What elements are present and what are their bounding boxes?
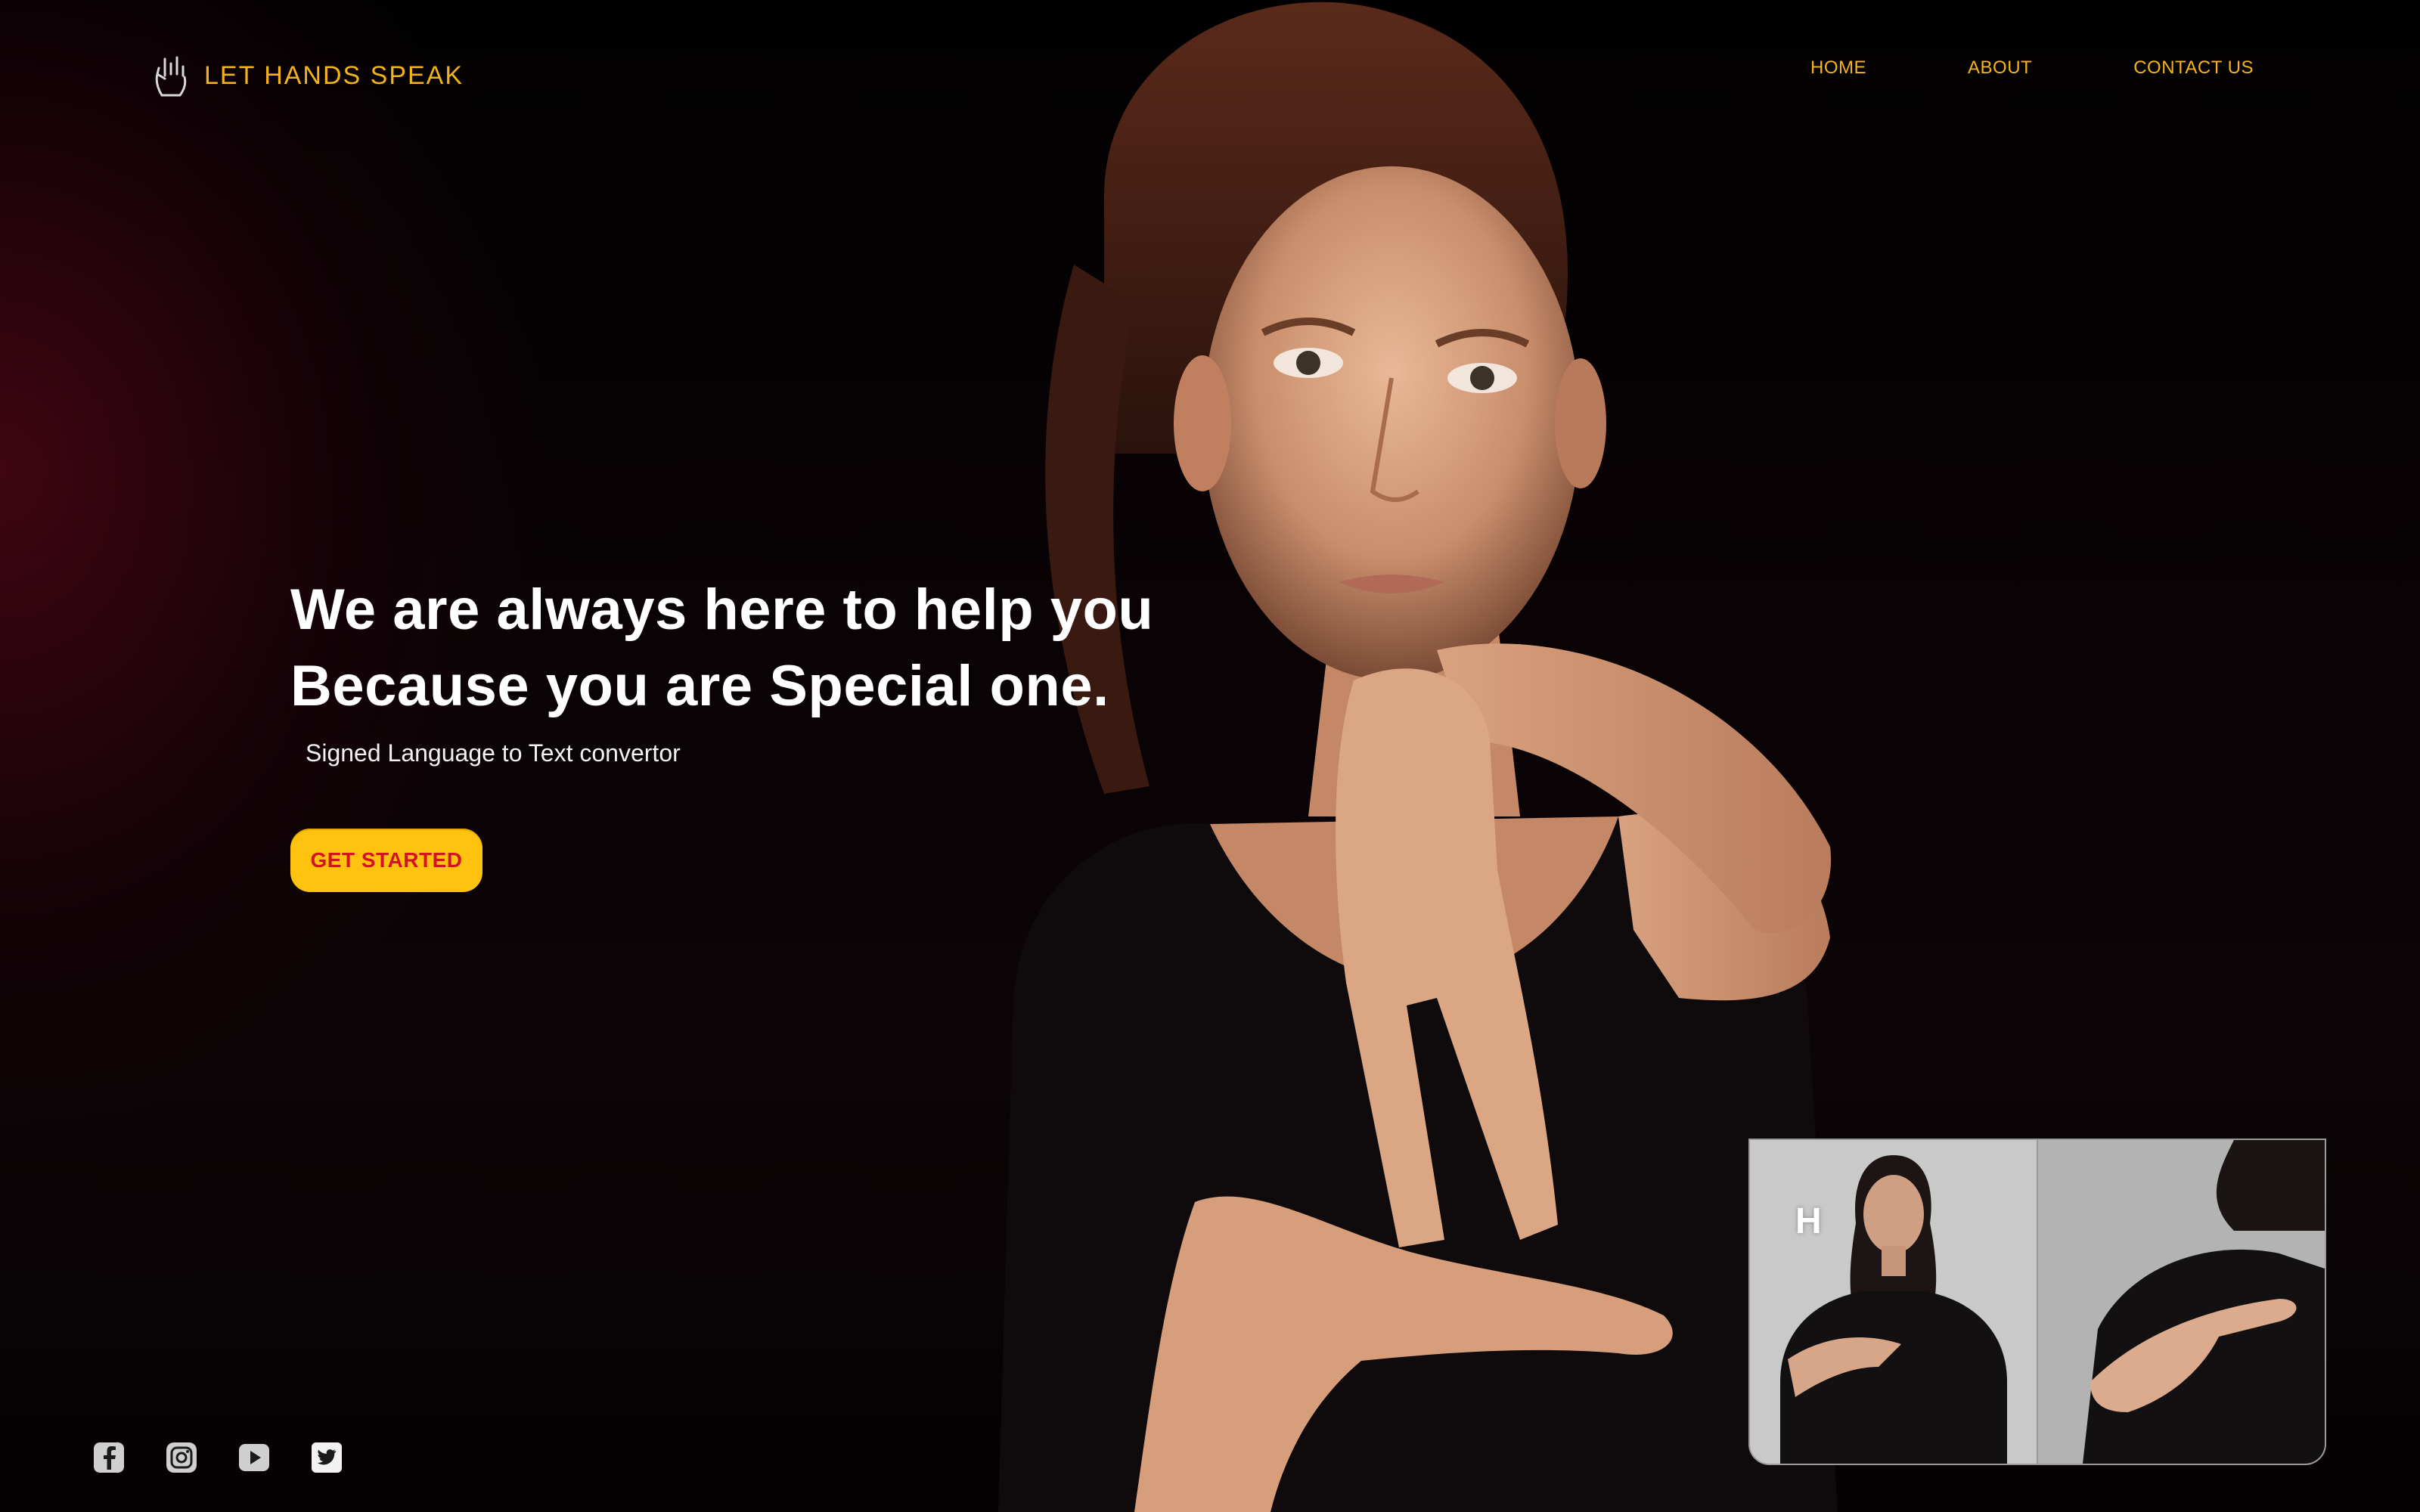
main-nav: HOME ABOUT CONTACT US [1810, 57, 2254, 79]
social-links [92, 1441, 343, 1474]
get-started-button[interactable]: GET STARTED [290, 829, 482, 892]
brand-name: LET HANDS SPEAK [204, 60, 464, 90]
site-header: LET HANDS SPEAK HOME ABOUT CONTACT US [0, 0, 2420, 144]
hero-title: We are always here to help you Because y… [290, 572, 1274, 724]
hero-title-line-2: Because you are Special one. [290, 654, 1109, 718]
nav-home[interactable]: HOME [1810, 57, 1866, 79]
sign-video-preview[interactable]: H [1748, 1139, 2326, 1465]
brand-logo[interactable]: LET HANDS SPEAK [151, 53, 464, 98]
youtube-icon[interactable] [237, 1441, 271, 1474]
facebook-icon[interactable] [92, 1441, 126, 1474]
twitter-icon[interactable] [310, 1441, 343, 1474]
hero-title-line-1: We are always here to help you [290, 578, 1154, 642]
hero-copy: We are always here to help you Because y… [290, 572, 1274, 767]
hand-sign-icon [155, 56, 187, 97]
instagram-icon[interactable] [165, 1441, 198, 1474]
video-frame [1750, 1140, 2325, 1464]
video-letter-caption: H [1795, 1201, 1822, 1241]
hero-subtitle: Signed Language to Text convertor [306, 739, 681, 767]
nav-contact-us[interactable]: CONTACT US [2133, 57, 2254, 79]
nav-about[interactable]: ABOUT [1968, 57, 2032, 79]
